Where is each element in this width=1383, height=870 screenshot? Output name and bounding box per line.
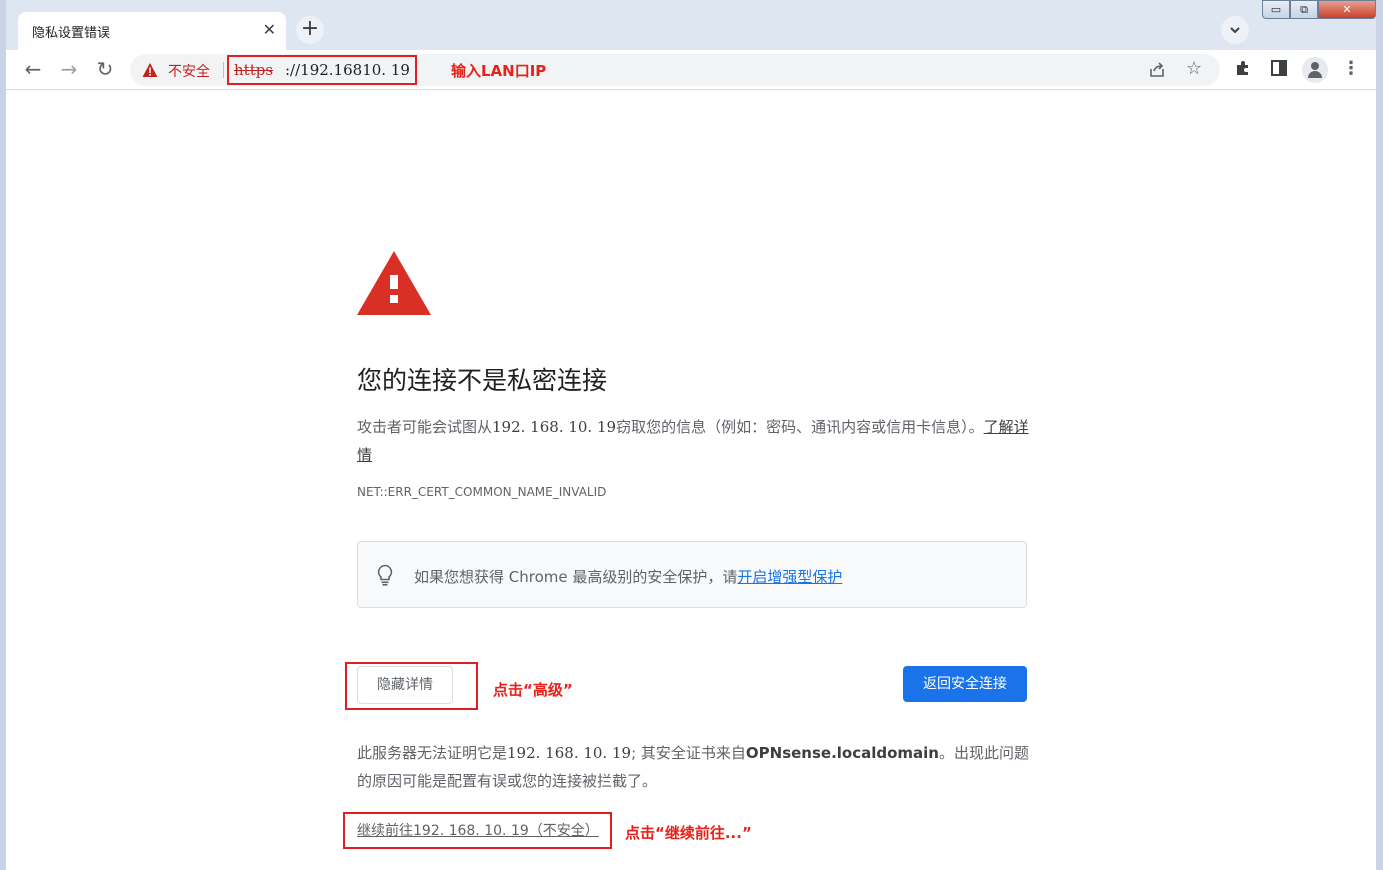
enhanced-protection-prefix: 如果您想获得 Chrome 最高级别的安全保护，请 [414,568,738,586]
active-tab[interactable]: 隐私设置错误 ✕ [18,12,286,50]
window-right-edge [1376,0,1383,870]
details-text: 此服务器无法证明它是192. 168. 10. 19; 其安全证书来自OPNse… [357,739,1029,795]
certificate-issuer: OPNsense.localdomain [745,744,939,762]
back-button[interactable]: ← [20,57,46,83]
description-suffix: 窃取您的信息（例如：密码、通讯内容或信用卡信息）。 [616,418,984,436]
annotation-box-proceed [343,812,612,849]
star-icon[interactable]: ☆ [1186,58,1202,79]
tab-close-icon[interactable]: ✕ [263,20,276,39]
error-code[interactable]: NET::ERR_CERT_COMMON_NAME_INVALID [357,485,606,499]
menu-icon[interactable]: ⋮ [1342,58,1360,79]
lightbulb-icon [377,564,393,586]
annotation-box-url [227,55,417,85]
avatar-body [1308,71,1322,78]
enable-enhanced-protection-link[interactable]: 开启增强型保护 [737,568,842,586]
annotation-click-proceed: 点击“继续前往...” [625,824,752,842]
side-panel-icon[interactable] [1270,59,1288,77]
enhanced-protection-banner: 如果您想获得 Chrome 最高级别的安全保护，请开启增强型保护 [357,541,1027,608]
details-mid: ; 其安全证书来自 [631,744,746,762]
annotation-box-hide-details [345,662,478,710]
browser-toolbar: ← → ↻ 不安全 https ://192.16810. 19 ☆ ⋮ [6,50,1376,90]
window-controls: ▭ ⧉ ✕ [1262,0,1376,20]
enhanced-protection-text: 如果您想获得 Chrome 最高级别的安全保护，请开启增强型保护 [414,566,842,587]
window-close-button[interactable]: ✕ [1318,0,1376,19]
omnibox-separator [223,62,224,78]
share-icon[interactable] [1148,61,1166,79]
warning-description: 攻击者可能会试图从192. 168. 10. 19窃取您的信息（例如：密码、通讯… [357,413,1029,469]
forward-button[interactable]: → [56,57,82,83]
description-prefix: 攻击者可能会试图从 [357,418,493,436]
details-ip: 192. 168. 10. 19 [507,744,632,762]
avatar-head [1311,62,1319,70]
extensions-icon[interactable] [1234,59,1252,77]
new-tab-button[interactable]: + [296,16,324,44]
page-title: 您的连接不是私密连接 [357,366,608,395]
details-prefix: 此服务器无法证明它是 [357,744,508,762]
interstitial-page: 您的连接不是私密连接 攻击者可能会试图从192. 168. 10. 19窃取您的… [6,91,1376,870]
annotation-click-advanced: 点击“高级” [493,681,573,699]
annotation-input-ip: 输入LAN口IP [451,62,547,80]
not-secure-label[interactable]: 不安全 [168,61,210,81]
tab-search-button[interactable] [1221,16,1249,44]
description-ip: 192. 168. 10. 19 [492,418,617,436]
warning-triangle-icon[interactable] [142,62,158,78]
tab-title: 隐私设置错误 [32,26,111,41]
window-minimize-button[interactable]: ▭ [1262,0,1290,19]
window-maximize-button[interactable]: ⧉ [1290,0,1318,19]
back-to-safety-button[interactable]: 返回安全连接 [903,666,1027,702]
reload-button[interactable]: ↻ [92,57,118,83]
warning-triangle-icon [357,251,431,315]
profile-icon[interactable] [1302,57,1328,83]
chevron-down-icon [1230,27,1240,34]
